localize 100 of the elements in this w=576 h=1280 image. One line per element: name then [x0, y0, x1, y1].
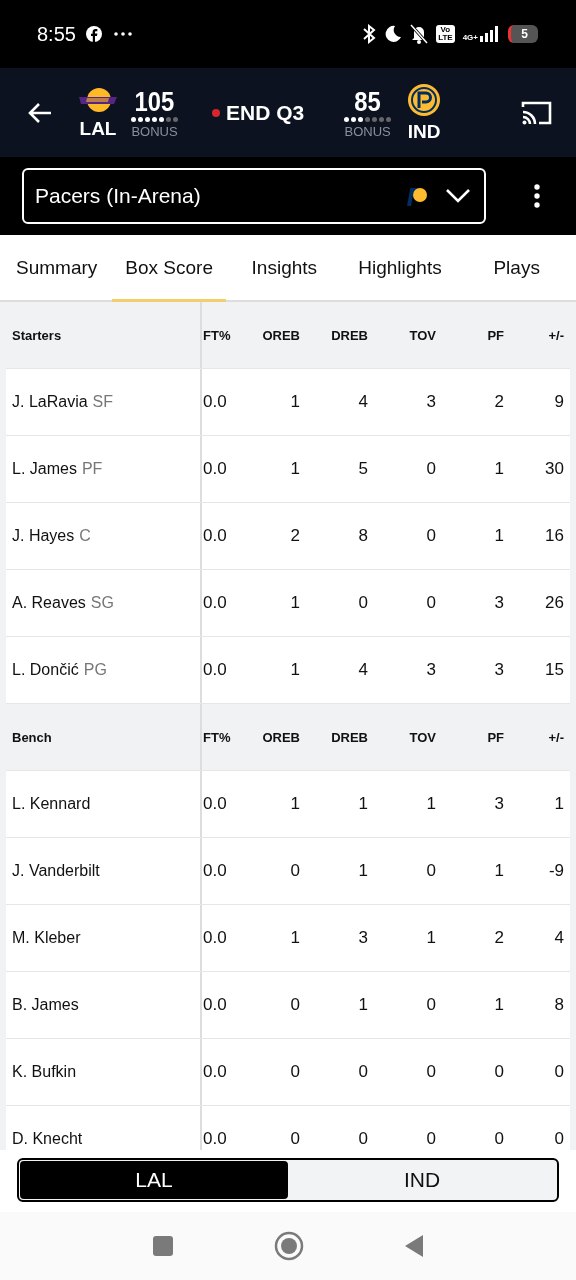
section-title: Bench — [12, 729, 52, 745]
player-position: PF — [81, 460, 103, 478]
player-name: B. James — [12, 996, 79, 1014]
facebook-icon — [85, 26, 102, 42]
stat-cell-text: 0 — [425, 1062, 436, 1082]
more-options-icon[interactable] — [534, 184, 540, 208]
stat-cell-text: 0.0 — [202, 660, 228, 680]
stat-cell-text: 0 — [357, 593, 368, 613]
stat-cell-text: 9 — [553, 392, 564, 412]
column-header: PF — [486, 327, 504, 343]
player-position: SG — [90, 594, 114, 612]
stat-cell-text: 1 — [493, 459, 504, 479]
player-name: A. Reaves — [12, 594, 86, 612]
team-abbreviation: IND — [407, 120, 441, 143]
stat-cell-text: 1 — [357, 861, 368, 881]
column-header: FT% — [202, 729, 232, 745]
chevron-down-icon — [446, 189, 470, 203]
stat-cell-text: 3 — [425, 660, 436, 680]
column-header: DREB — [330, 729, 368, 745]
audio-feed-dropdown[interactable]: Pacers (In-Arena) — [22, 168, 486, 224]
tab[interactable]: Insights — [228, 235, 340, 300]
stat-cell-text: 1 — [289, 660, 300, 680]
stat-cell-text: 26 — [544, 593, 564, 613]
tab[interactable]: Plays — [460, 235, 573, 300]
stat-cell-text: 16 — [544, 526, 564, 546]
stat-cell-text: 0.0 — [202, 794, 228, 814]
stat-cell-text: 0 — [553, 1129, 564, 1149]
player-name: D. Knecht — [12, 1130, 83, 1148]
team-option[interactable]: LAL — [20, 1161, 288, 1199]
tab[interactable]: Box Score — [112, 235, 226, 300]
home-icon[interactable] — [274, 1231, 304, 1261]
stat-cell-text: 1 — [289, 593, 300, 613]
player-position: SF — [92, 393, 114, 411]
team-logo-icon — [407, 82, 442, 117]
team-score: 105 — [134, 86, 175, 117]
cast-icon[interactable] — [521, 99, 553, 126]
stat-cell-text: 2 — [493, 392, 504, 412]
stat-cell-text: 0 — [493, 1062, 504, 1082]
stat-cell-text: 3 — [357, 928, 368, 948]
stat-cell-text: 0 — [425, 995, 436, 1015]
team-score: 85 — [354, 86, 381, 117]
player-name: L. Kennard — [12, 795, 91, 813]
stat-cell-text: 0.0 — [202, 392, 228, 412]
stat-cell-text: 4 — [357, 392, 368, 412]
back-arrow-icon[interactable] — [28, 101, 52, 124]
stat-cell-text: -9 — [547, 861, 564, 881]
team-logo-icon — [78, 85, 118, 114]
stat-cell-text: 8 — [357, 526, 368, 546]
column-header: OREB — [261, 729, 300, 745]
moon-icon — [384, 25, 403, 43]
stat-cell-text: 0 — [493, 1129, 504, 1149]
section-title: Starters — [12, 327, 62, 343]
more-icon — [113, 32, 132, 36]
player-name: J. Vanderbilt — [12, 862, 100, 880]
stat-cell-text: 0.0 — [202, 995, 228, 1015]
stat-cell-text: 0.0 — [202, 593, 228, 613]
stat-cell-text: 30 — [544, 459, 564, 479]
stat-cell-text: 0 — [425, 861, 436, 881]
bonus-label: BONUS — [131, 123, 178, 139]
tab[interactable]: Highlights — [342, 235, 458, 300]
stat-cell-text: 1 — [357, 794, 368, 814]
stat-cell-text: 0.0 — [202, 526, 228, 546]
column-header: TOV — [408, 327, 436, 343]
stat-cell-text: 0.0 — [202, 928, 228, 948]
network-type: 4G+ — [462, 33, 478, 42]
player-name: J. LaRavia — [12, 393, 88, 411]
stat-cell-text: 0 — [289, 861, 300, 881]
column-header: +/- — [547, 729, 564, 745]
stat-cell-text: 0.0 — [202, 1129, 228, 1149]
tab[interactable]: Summary — [4, 235, 110, 300]
stat-cell-text: 0 — [553, 1062, 564, 1082]
stat-cell-text: 3 — [493, 794, 504, 814]
column-header: PF — [486, 729, 504, 745]
stat-cell-text: 0 — [289, 1129, 300, 1149]
column-header: +/- — [547, 327, 564, 343]
recents-icon[interactable] — [152, 1235, 174, 1257]
player-name: J. Hayes — [12, 527, 75, 545]
stat-cell-text: 0.0 — [202, 861, 228, 881]
battery-icon: 5 — [508, 25, 538, 43]
back-icon[interactable] — [404, 1234, 424, 1258]
player-name: L. Dončić — [12, 661, 79, 679]
team-abbreviation: LAL — [79, 117, 117, 140]
player-name: L. James — [12, 460, 77, 478]
stat-cell-text: 4 — [357, 660, 368, 680]
stat-cell-text: 8 — [553, 995, 564, 1015]
stat-cell-text: 0 — [425, 1129, 436, 1149]
bell-off-icon — [410, 24, 429, 44]
stat-cell-text: 3 — [493, 593, 504, 613]
stat-cell-text: 1 — [493, 861, 504, 881]
stat-cell-text: 0 — [289, 1062, 300, 1082]
stat-cell-text: 1 — [425, 928, 436, 948]
stat-cell-text: 0 — [425, 593, 436, 613]
game-period: END Q3 — [226, 100, 305, 125]
volte-icon: Vo LTE — [436, 25, 455, 43]
stat-cell-text: 15 — [544, 660, 564, 680]
stat-cell-text: 1 — [425, 794, 436, 814]
stat-cell-text: 1 — [289, 459, 300, 479]
stat-cell-text: 1 — [357, 995, 368, 1015]
stat-cell-text: 2 — [493, 928, 504, 948]
stat-cell-text: 0.0 — [202, 1062, 228, 1082]
